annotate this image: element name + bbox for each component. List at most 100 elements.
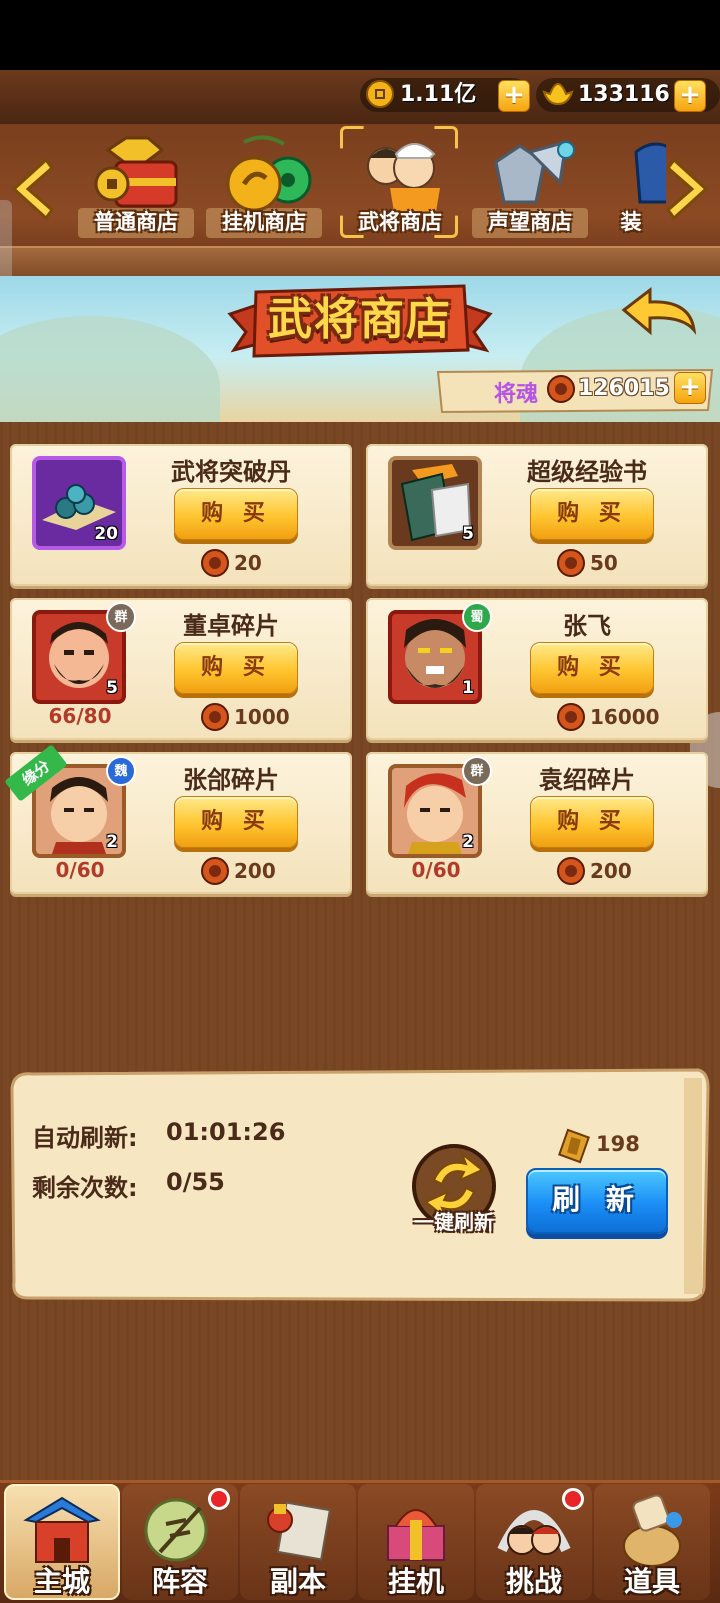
- nav-label: 挑战: [505, 1565, 562, 1598]
- buy-button[interactable]: 购 买: [530, 796, 654, 848]
- palace-icon: [23, 1496, 101, 1563]
- nav-dungeon[interactable]: 副本: [240, 1484, 356, 1600]
- item-count: 5: [462, 524, 474, 544]
- tab-equipment-shop[interactable]: 装: [596, 124, 666, 248]
- ingot-value: 133116: [578, 82, 670, 107]
- item-name: 超级经验书: [527, 458, 647, 486]
- scroll-right-arrow-icon[interactable]: [664, 154, 714, 224]
- tab-idle-shop[interactable]: 挂机商店: [200, 124, 328, 248]
- items-bag-icon: [623, 1494, 682, 1567]
- nav-label: 挂机: [387, 1565, 444, 1598]
- item-count: 1: [462, 678, 474, 698]
- fragment-progress: 66/80: [48, 704, 112, 728]
- nav-label: 主城: [33, 1565, 90, 1598]
- scroll-left-arrow-icon[interactable]: [6, 154, 56, 224]
- add-ingots-button[interactable]: +: [674, 80, 706, 112]
- nav-lineup[interactable]: 阵容: [122, 1484, 238, 1600]
- idle-icon: [387, 1509, 445, 1561]
- remaining-count-label: 剩余次数:: [32, 1174, 138, 1202]
- shop-item-card: 2 群 袁绍碎片 购 买 0/60 200: [366, 752, 708, 894]
- tab-general-shop[interactable]: 武将商店: [336, 124, 464, 248]
- shop-item-card: 2 魏 缘分 张郃碎片 购 买 0/60 200: [4, 744, 352, 894]
- nav-label: 副本: [269, 1565, 326, 1598]
- item-price: 200: [234, 859, 276, 883]
- item-price: 50: [590, 551, 618, 575]
- equipment-icon: [634, 142, 666, 204]
- page-title: 武将商店: [268, 294, 452, 345]
- dungeon-icon: [267, 1501, 331, 1561]
- notification-dot: [562, 1488, 584, 1510]
- item-price: 1000: [234, 705, 290, 729]
- fragment-progress: 0/60: [411, 858, 461, 882]
- item-name: 武将突破丹: [171, 458, 291, 486]
- background-mountain: [0, 316, 220, 422]
- buy-button[interactable]: 购 买: [174, 796, 298, 848]
- nav-items[interactable]: 道具: [594, 1484, 710, 1600]
- soul-orb-icon: [201, 703, 229, 731]
- soul-orb-icon: [557, 857, 585, 885]
- item-price: 200: [590, 859, 632, 883]
- item-name: 袁绍碎片: [539, 766, 635, 794]
- item-name: 张郃碎片: [183, 766, 279, 794]
- status-bar: [0, 0, 720, 70]
- coin-jade-icon: [226, 135, 312, 212]
- nav-idle[interactable]: 挂机: [358, 1484, 474, 1600]
- coin-icon: [366, 80, 394, 108]
- refresh-button[interactable]: 刷 新: [526, 1168, 668, 1234]
- fragment-progress: 0/60: [55, 858, 105, 882]
- shop-item-card: 5 群 董卓碎片 购 买 66/80 1000: [10, 598, 352, 740]
- item-count: 5: [106, 678, 118, 698]
- soul-orb-icon: [557, 549, 585, 577]
- buy-button[interactable]: 购 买: [530, 488, 654, 540]
- item-name: 董卓碎片: [183, 612, 279, 640]
- nav-main-city[interactable]: 主城: [4, 1484, 120, 1600]
- soul-orb-icon: [547, 375, 575, 403]
- exp-book-icon: 5: [388, 456, 482, 550]
- tab-label: 普通商店: [94, 210, 178, 234]
- shop-item-card: 1 蜀 张飞 购 买 16000: [366, 598, 708, 740]
- nav-label: 道具: [623, 1565, 680, 1598]
- tab-normal-shop[interactable]: 普通商店: [72, 124, 200, 248]
- breakthrough-pill-icon: 20: [32, 456, 126, 550]
- tab-label: 挂机商店: [222, 210, 306, 234]
- buy-button[interactable]: 购 买: [530, 642, 654, 694]
- shop-item-card: 5 超级经验书 购 买 50: [366, 444, 708, 586]
- coin-value: 1.11亿: [400, 82, 477, 107]
- buy-button[interactable]: 购 买: [174, 488, 298, 540]
- one-key-refresh-label: 一键刷新: [414, 1210, 494, 1234]
- item-price: 20: [234, 551, 262, 575]
- buy-button[interactable]: 购 买: [174, 642, 298, 694]
- currency-bar: 1.11亿 + 133116 +: [0, 70, 720, 126]
- tab-label: 武将商店: [358, 210, 442, 234]
- item-price: 16000: [590, 705, 660, 729]
- item-count: 20: [94, 524, 118, 544]
- treasure-chest-icon: [94, 136, 178, 208]
- soul-value: 126015: [578, 376, 670, 401]
- auto-refresh-countdown: 01:01:26: [166, 1118, 286, 1146]
- refresh-token-icon: [558, 1128, 590, 1164]
- soul-orb-icon: [201, 549, 229, 577]
- tab-label: 装: [620, 210, 642, 234]
- add-coins-button[interactable]: +: [498, 80, 530, 112]
- remaining-count-value: 0/55: [166, 1168, 225, 1196]
- tab-label: 声望商店: [488, 210, 572, 234]
- soul-orb-icon: [557, 703, 585, 731]
- item-count: 2: [462, 832, 474, 852]
- title-banner: 武将商店: [226, 280, 494, 364]
- shop-item-card: 20 武将突破丹 购 买 20: [10, 444, 352, 586]
- general-portrait-icon: [367, 143, 440, 212]
- nav-challenge[interactable]: 挑战: [476, 1484, 592, 1600]
- notification-dot: [208, 1488, 230, 1510]
- item-name: 张飞: [563, 612, 611, 640]
- tab-prestige-shop[interactable]: 声望商店: [466, 124, 594, 248]
- armor-icon: [494, 139, 575, 204]
- nav-label: 阵容: [151, 1565, 208, 1598]
- item-count: 2: [106, 832, 118, 852]
- soul-orb-icon: [201, 857, 229, 885]
- refresh-cost: 198: [596, 1132, 640, 1156]
- soul-label: 将魂: [494, 382, 539, 407]
- hero-soul-balance: 将魂 126015 +: [432, 366, 716, 414]
- auto-refresh-label: 自动刷新:: [32, 1124, 138, 1152]
- back-arrow-icon[interactable]: [620, 286, 700, 348]
- add-soul-button[interactable]: +: [674, 372, 706, 404]
